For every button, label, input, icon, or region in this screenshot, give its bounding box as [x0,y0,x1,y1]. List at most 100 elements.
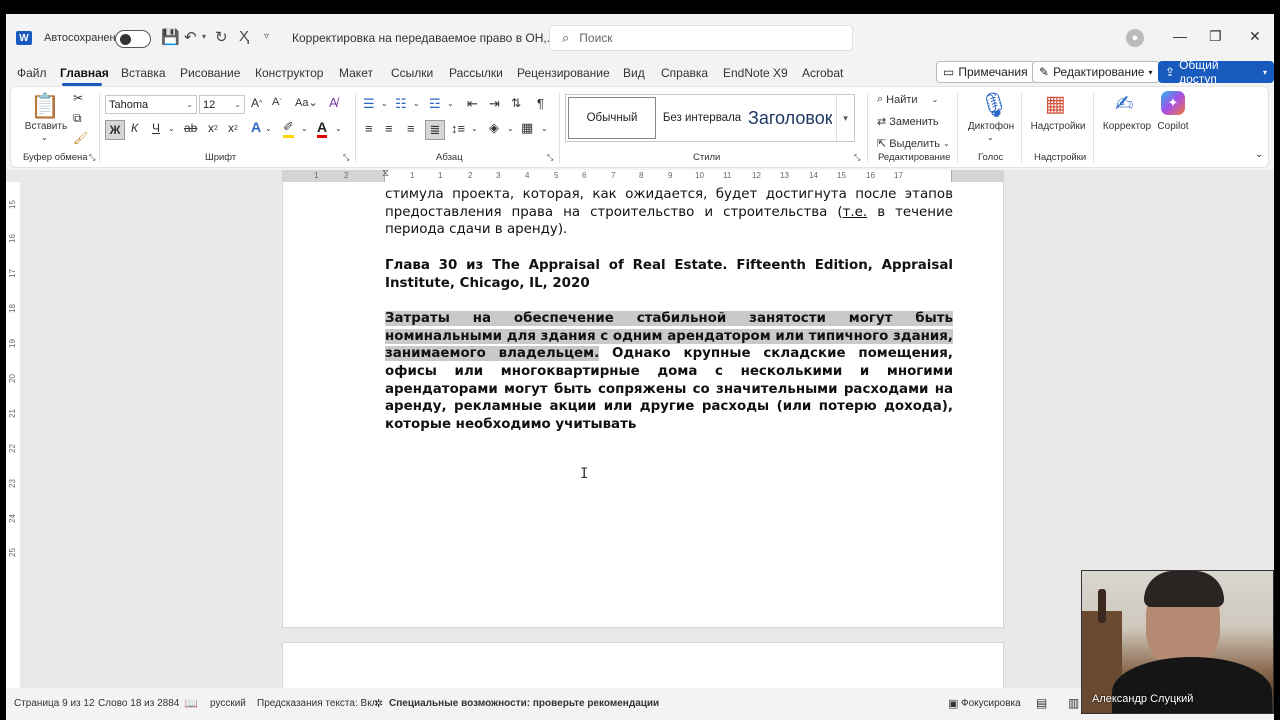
restore-icon[interactable]: ❐ [1209,28,1222,45]
horizontal-ruler[interactable]: ⧖ 1 2 1 1 2 3 4 5 6 7 8 9 10 11 12 13 14… [282,170,1004,182]
tab-design[interactable]: Конструктор [255,66,323,80]
find-button[interactable]: ⌕ Найти ⌄ [877,93,938,106]
paste-icon[interactable]: 📋 [30,91,60,121]
bold-button[interactable]: Ж [105,120,125,140]
paste-button[interactable]: Вставить [21,121,71,132]
tab-layout[interactable]: Макет [339,66,373,80]
focus-mode[interactable]: Фокусировка [961,698,1021,709]
tab-file[interactable]: Файл [17,66,47,80]
read-mode-icon[interactable]: ▤ [1036,696,1047,710]
clear-formatting-icon[interactable]: A̸ [329,95,338,110]
numbering-dropdown-icon[interactable]: ⌄ [413,99,420,108]
accessibility-check[interactable]: Специальные возможности: проверьте реком… [389,698,659,709]
language[interactable]: русский [210,698,246,709]
addins-icon[interactable]: ▦ [1045,91,1066,117]
minimize-icon[interactable]: — [1173,28,1187,44]
save-icon[interactable]: 💾 [161,28,180,46]
decrease-indent-icon[interactable]: ⇤ [467,96,478,112]
style-heading-1[interactable]: Заголовок 1 [748,97,832,139]
clear-format-icon[interactable]: Ҳ [239,28,249,45]
tab-mailings[interactable]: Рассылки [449,66,503,80]
page-count[interactable]: Страница 9 из 12 [14,698,95,709]
account-avatar-icon[interactable]: ● [1126,29,1144,47]
line-spacing-dropdown-icon[interactable]: ⌄ [471,124,478,133]
justify-icon[interactable]: ≣ [425,120,445,140]
document-page[interactable]: стимула проекта, которая, как ожидается,… [282,182,1004,628]
close-icon[interactable]: ✕ [1249,28,1261,45]
format-painter-icon[interactable]: 🖌 [73,131,88,145]
subscript-icon[interactable]: x2 [208,121,218,135]
superscript-icon[interactable]: x2 [228,121,238,135]
italic-button[interactable]: К [131,121,138,135]
borders-dropdown-icon[interactable]: ⌄ [541,124,548,133]
share-button[interactable]: ⇪ Общий доступ ▾ [1158,58,1274,86]
numbering-icon[interactable]: ☷ [395,96,407,112]
editing-mode-button[interactable]: ✎ Редактирование ▾ [1032,61,1160,83]
paste-dropdown-icon[interactable]: ⌄ [41,133,48,142]
text-predictions[interactable]: Предсказания текста: Вкл [257,698,378,709]
tab-endnote[interactable]: EndNote X9 [723,66,788,80]
clipboard-launcher-icon[interactable]: ⤡ [89,153,95,163]
text-effects-icon[interactable]: A [251,119,261,135]
align-left-icon[interactable]: ≡ [365,121,373,136]
show-formatting-icon[interactable]: ¶ [537,96,544,111]
font-size-select[interactable]: 12 ⌄ [199,95,245,114]
tab-acrobat[interactable]: Acrobat [802,66,843,80]
font-color-icon[interactable]: A [317,119,328,138]
bullets-dropdown-icon[interactable]: ⌄ [381,99,388,108]
redo-icon[interactable]: ↻ [215,28,228,46]
align-right-icon[interactable]: ≡ [407,121,415,136]
dictate-button[interactable]: Диктофон [965,121,1017,132]
cut-icon[interactable]: ✂ [73,91,83,105]
bullets-icon[interactable]: ☰ [363,96,375,112]
tab-references[interactable]: Ссылки [391,66,433,80]
paragraph-1[interactable]: стимула проекта, которая, как ожидается,… [385,186,953,239]
word-count[interactable]: Слово 18 из 2884 [98,698,179,709]
print-layout-icon[interactable]: ▥ [1068,696,1079,710]
font-launcher-icon[interactable]: ⤡ [343,153,349,163]
copilot-button[interactable]: Copilot [1155,121,1191,132]
autosave-toggle[interactable] [115,30,151,48]
editor-icon[interactable]: ✍ [1115,91,1133,117]
vertical-ruler[interactable]: 15 16 17 18 19 20 21 22 23 24 25 [6,182,20,688]
document-text[interactable]: стимула проекта, которая, как ожидается,… [385,186,953,452]
style-no-spacing[interactable]: Без интервала [658,97,746,139]
tab-insert[interactable]: Вставка [121,66,166,80]
microphone-icon[interactable]: 🎙 [979,91,1009,120]
underline-button[interactable]: Ч [152,121,160,135]
undo-dropdown-icon[interactable]: ▾ [202,32,206,41]
select-button[interactable]: ⇱ Выделить ⌄ [877,137,950,151]
font-color-dropdown-icon[interactable]: ⌄ [335,124,342,133]
increase-indent-icon[interactable]: ⇥ [489,96,500,112]
tab-draw[interactable]: Рисование [180,66,240,80]
underline-dropdown-icon[interactable]: ⌄ [168,124,175,133]
style-normal[interactable]: Обычный [568,97,656,139]
collapse-ribbon-icon[interactable]: ⌄ [1255,149,1263,160]
indent-marker-icon[interactable]: ⧖ [382,170,389,179]
comments-button[interactable]: ▭ Примечания [936,61,1035,83]
tab-help[interactable]: Справка [661,66,708,80]
dictate-dropdown-icon[interactable]: ⌄ [987,133,994,142]
paragraph-3[interactable]: Затраты на обеспечение стабильной занято… [385,310,953,434]
next-page[interactable] [282,642,1004,688]
shading-dropdown-icon[interactable]: ⌄ [507,124,514,133]
replace-button[interactable]: ⇄ Заменить [877,115,939,129]
styles-launcher-icon[interactable]: ⤡ [854,153,860,163]
highlight-dropdown-icon[interactable]: ⌄ [301,124,308,133]
search-input[interactable]: ⌕ Поиск [549,25,853,51]
change-case-icon[interactable]: Aa⌄ [295,96,318,109]
undo-icon[interactable]: ↶ [184,28,197,46]
proofing-icon[interactable]: 📖 [184,697,198,710]
shrink-font-icon[interactable]: Aˇ [272,96,282,108]
text-effects-dropdown-icon[interactable]: ⌄ [265,124,272,133]
tab-review[interactable]: Рецензирование [517,66,610,80]
editor-button[interactable]: Корректор [1099,121,1155,132]
tab-home[interactable]: Главная [60,66,109,80]
multilevel-dropdown-icon[interactable]: ⌄ [447,99,454,108]
strikethrough-icon[interactable]: ab [184,121,197,135]
align-center-icon[interactable]: ≡ [385,121,393,136]
highlight-color-icon[interactable]: ✐ [283,119,294,138]
document-title[interactable]: Корректировка на передаваемое право в ОН… [292,31,569,45]
customize-qat-icon[interactable]: ▿ [264,31,269,42]
shading-icon[interactable]: ◈ [489,120,499,136]
